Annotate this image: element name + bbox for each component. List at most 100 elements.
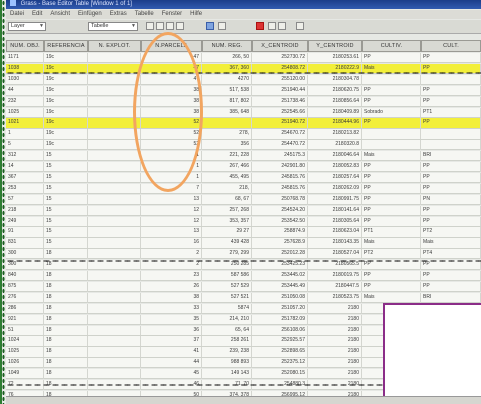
table-cell[interactable]: 2180320.8 [308,140,362,151]
print-icon[interactable] [296,22,304,30]
column-header[interactable]: Y_CENTROID [308,40,362,52]
table-cell[interactable]: 19c [44,118,88,129]
table-cell[interactable]: BRI [421,151,481,161]
table-cell[interactable]: 1024 [6,336,44,347]
table-cell[interactable]: 527 529 [202,281,252,292]
menu-item[interactable]: Hilfe [190,11,202,17]
table-row[interactable]: 367 15 1 455, 495 245815.76 2180257.64 PP PP [6,172,481,184]
table-cell[interactable] [88,249,141,260]
table-cell[interactable]: 15 [44,172,88,183]
menu-item[interactable]: Datei [10,11,24,17]
table-cell[interactable]: 19c [44,53,88,63]
table-cell[interactable]: 2 [141,249,202,260]
table-cell[interactable]: Mais [362,151,421,161]
table-cell[interactable]: 2180052.83 [308,162,362,172]
table-cell[interactable]: 251940.72 [252,118,308,129]
filter-icon[interactable] [218,22,226,30]
table-cell[interactable] [362,140,421,151]
find-icon[interactable] [206,22,214,30]
table-cell[interactable]: PP [421,118,481,129]
table-cell[interactable] [88,194,141,205]
table-cell[interactable]: 18 [44,303,88,314]
table-row-selected[interactable]: 1021 19c 52 251940.72 2180444.96 PP PP [6,118,481,129]
table-cell[interactable]: 278, [202,129,252,140]
table-cell[interactable]: 91 [6,227,44,238]
table-cell[interactable]: PP [421,216,481,227]
table-cell[interactable]: 831 [6,238,44,249]
table-cell[interactable]: 1049 [6,369,44,379]
table-row[interactable]: 1030 19c 47 4270 255120.00 2180304.78 [6,74,481,86]
table-cell[interactable]: 1026 [6,358,44,369]
table-cell[interactable]: Mais [362,292,421,303]
table-cell[interactable]: 15 [44,238,88,249]
table-cell[interactable] [88,216,141,227]
table-cell[interactable] [202,118,252,129]
table-cell[interactable]: 252898.65 [252,347,308,358]
table-cell[interactable]: 15 [44,194,88,205]
table-cell[interactable]: PP [362,194,421,205]
table-cell[interactable]: 527 521 [202,292,252,303]
table-cell[interactable]: 41 [141,347,202,358]
table-cell[interactable]: 19c [44,129,88,140]
table-cell[interactable]: 18 [44,249,88,260]
table-cell[interactable]: 2180 [308,369,362,379]
table-cell[interactable]: 439 428 [202,238,252,249]
table-cell[interactable]: PP [362,96,421,107]
table-cell[interactable]: 18 [44,325,88,336]
copy-icon[interactable] [166,22,174,30]
table-cell[interactable]: 15 [44,162,88,172]
chevron-down-icon[interactable]: ▼ [39,23,44,30]
column-header[interactable]: X_CENTROID [252,40,308,52]
table-row[interactable]: 218 15 12 257, 268 254524.20 2180141.64 PP PP [6,205,481,216]
menu-item[interactable]: Fenster [162,11,182,17]
table-cell[interactable]: 2180620.75 [308,85,362,96]
column-header[interactable]: N. EXPLOT. [88,40,141,52]
table-cell[interactable]: 300 [6,249,44,260]
table-cell[interactable]: 367 [6,172,44,183]
table-cell[interactable]: 266, 50 [202,53,252,63]
table-cell[interactable] [362,129,421,140]
table-cell[interactable]: 2180019.75 [308,271,362,281]
table-cell[interactable]: 2180 [308,336,362,347]
first-record-icon[interactable] [268,22,276,30]
table-cell[interactable]: 257, 268 [202,205,252,216]
table-cell[interactable]: 26 [141,281,202,292]
table-cell[interactable]: PP [421,85,481,96]
table-cell[interactable]: 35 [141,314,202,325]
table-cell[interactable]: 2180 [308,358,362,369]
table-cell[interactable]: 15 [44,183,88,194]
table-cell[interactable]: 356 [202,140,252,151]
table-cell[interactable]: 1171 [6,53,44,63]
table-row[interactable]: 276 18 38 527 521 251050.08 2180523.75 Mais BRI [6,292,481,304]
table-cell[interactable]: PT1 [421,107,481,118]
table-cell[interactable] [88,162,141,172]
table-cell[interactable] [88,369,141,379]
table-cell[interactable]: 587 586 [202,271,252,281]
table-cell[interactable]: 242901.80 [252,162,308,172]
table-cell[interactable]: PP [421,53,481,63]
table-cell[interactable]: PT4 [421,249,481,260]
table-cell[interactable]: 2180 [308,347,362,358]
table-cell[interactable]: 239, 238 [202,347,252,358]
table-cell[interactable]: 4270 [202,74,252,85]
table-cell[interactable]: 253445.02 [252,271,308,281]
table-cell[interactable] [88,53,141,63]
table-cell[interactable]: 251738.46 [252,96,308,107]
table-cell[interactable]: 517, 538 [202,85,252,96]
table-cell[interactable]: 252375.12 [252,358,308,369]
table-cell[interactable]: PP [362,53,421,63]
table-cell[interactable]: BRI [421,292,481,303]
table-cell[interactable]: 254470.72 [252,140,308,151]
table-cell[interactable]: 1025 [6,107,44,118]
table-cell[interactable] [88,271,141,281]
column-header[interactable]: REFERENCIA [44,40,88,52]
table-cell[interactable]: 18 [44,358,88,369]
table-cell[interactable]: 13 [141,227,202,238]
table-cell[interactable]: 18 [44,314,88,325]
table-cell[interactable]: 267, 466 [202,162,252,172]
table-cell[interactable]: 2180305.64 [308,216,362,227]
table-cell[interactable]: 2180141.64 [308,205,362,216]
table-cell[interactable]: 18 [44,292,88,303]
table-cell[interactable] [88,74,141,85]
table-cell[interactable]: 2180444.96 [308,118,362,129]
